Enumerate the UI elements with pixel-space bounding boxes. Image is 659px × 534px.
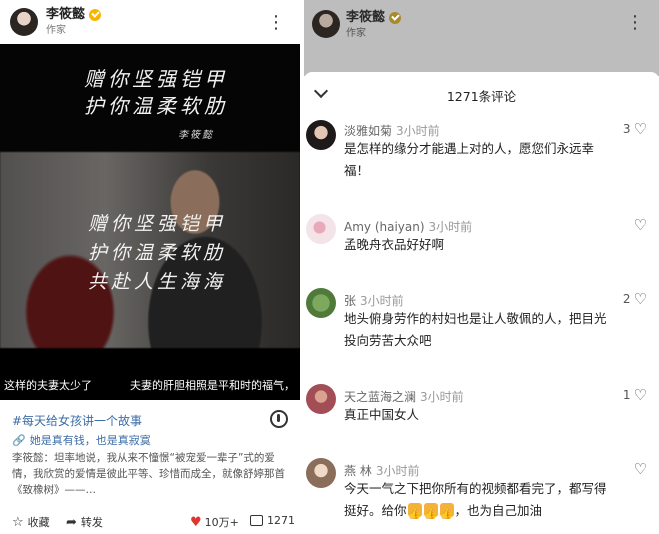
author-name-row[interactable]: 李筱懿: [46, 7, 102, 23]
commenter-name[interactable]: 天之蓝海之澜: [344, 390, 416, 404]
author-avatar: [312, 10, 340, 38]
thumbs-up-icon: 👍: [423, 503, 438, 520]
related-article-link[interactable]: 🔗 她是真有钱，也是真寂寞: [12, 432, 151, 448]
comment-icon: [250, 515, 263, 526]
comment-time: 3小时前: [428, 220, 473, 234]
comments-sheet: 1271条评论 淡雅如菊 3小时前 3 ♡ 是怎样的缘分才能遇上对的人，愿您们永远…: [304, 72, 659, 534]
comment-count: 1271: [267, 514, 295, 527]
comment-like-button[interactable]: 2 ♡: [623, 290, 647, 308]
heart-outline-icon: ♡: [633, 216, 647, 234]
comment-text: 地头俯身劳作的村妇也是让人敬佩的人，把目光投向劳苦大众吧: [344, 311, 607, 348]
video-top-line: 赠你坚强铠甲: [84, 67, 228, 91]
heart-outline-icon: ♡: [633, 460, 647, 478]
commenter-avatar[interactable]: [306, 120, 336, 150]
comment-time: 3小时前: [420, 390, 464, 404]
commenter-name[interactable]: 张: [344, 294, 356, 308]
like-count: 10万+: [204, 516, 239, 529]
comment-like-button[interactable]: 3 ♡: [623, 120, 647, 138]
comment-like-button[interactable]: ♡: [631, 216, 647, 234]
share-arrow-icon: ➦: [66, 514, 77, 530]
author-name[interactable]: 李筱懿: [46, 7, 85, 23]
comment-text: 今天一气之下把你所有的视频都看完了，都写得挺好。给你👍 👍 👍，也为自己加油: [344, 478, 614, 522]
comment-text-part: ，也为自己加油: [454, 503, 543, 518]
comment-text: 是怎样的缘分才能遇上对的人，愿您们永远幸福！: [344, 141, 595, 178]
star-icon: ☆: [12, 514, 24, 530]
video-top-line: 护你温柔软肋: [84, 94, 228, 118]
comment-like-button[interactable]: 1 ♡: [623, 386, 647, 404]
favorite-label: 收藏: [27, 516, 50, 529]
topic-hashtag-link[interactable]: #每天给女孩讲一个故事: [12, 412, 142, 429]
video-caption-left: 这样的夫妻太少了: [4, 379, 92, 392]
heart-outline-icon: ♡: [633, 120, 647, 138]
comment-time: 3小时前: [396, 124, 440, 138]
repost-label: 转发: [80, 516, 103, 529]
related-article-text: 她是真有钱，也是真寂寞: [29, 434, 151, 447]
like-button[interactable]: ♥ 10万+: [190, 514, 239, 530]
comment-text: 真正中国女人: [344, 407, 420, 422]
video-overlay-line: 共赴人生海海: [88, 271, 227, 293]
comment-like-button[interactable]: ♡: [631, 460, 647, 478]
link-icon: 🔗: [12, 433, 26, 447]
comment-like-count: 1: [622, 388, 631, 402]
video-player[interactable]: 赠你坚强铠甲 护你温柔软肋 李筱懿 赠你坚强铠甲 护你温柔软肋 共赴人生海海 这…: [0, 44, 300, 400]
thumbs-up-icon: 👍: [439, 503, 454, 520]
post-action-bar: ☆ 收藏 ➦ 转发 ♥ 10万+ 1271: [0, 510, 300, 534]
heart-outline-icon: ♡: [633, 290, 647, 308]
comments-panel: 李筱懿 作家 ⋮ 1271条评论 淡雅如菊 3小时前 3 ♡ 是怎样的缘分才能遇上…: [304, 0, 659, 534]
author-avatar[interactable]: [10, 8, 38, 36]
author-header: 李筱懿 作家 ⋮: [0, 0, 300, 44]
author-name: 李筱懿: [346, 10, 386, 25]
comments-sheet-header: 1271条评论: [304, 72, 659, 112]
comment-like-count: 2: [622, 292, 631, 306]
comments-count-title: 1271条评论: [446, 89, 517, 104]
commenter-name[interactable]: 燕 林: [344, 464, 372, 478]
video-signature: 李筱懿: [178, 130, 214, 141]
music-note-icon[interactable]: [270, 410, 288, 428]
thumbs-up-icon: 👍: [407, 503, 422, 520]
commenter-avatar[interactable]: [306, 384, 336, 414]
video-post-panel: 李筱懿 作家 ⋮ 赠你坚强铠甲 护你温柔软肋 李筱懿 赠你坚强铠甲 护你温柔软肋…: [0, 0, 300, 534]
heart-outline-icon: ♡: [633, 386, 647, 404]
comment-like-count: 3: [622, 122, 631, 136]
commenter-avatar[interactable]: [306, 214, 336, 244]
comment-time: 3小时前: [360, 294, 404, 308]
author-header-dimmed: 李筱懿 作家 ⋮: [304, 0, 659, 56]
verified-badge-icon: [89, 9, 102, 21]
verified-badge-icon: [389, 11, 402, 24]
author-role: 作家: [46, 24, 66, 36]
comment-time: 3小时前: [375, 464, 420, 478]
comment-button[interactable]: 1271: [250, 514, 295, 527]
more-options-icon: ⋮: [626, 12, 645, 33]
commenter-name[interactable]: 淡雅如菊: [344, 124, 392, 138]
comment-text: 孟晚舟衣品好好啊: [344, 237, 445, 252]
video-overlay-line: 护你温柔软肋: [88, 242, 227, 264]
author-role: 作家: [346, 27, 366, 39]
commenter-name[interactable]: Amy (haiyan): [344, 220, 425, 234]
favorite-button[interactable]: ☆ 收藏: [12, 514, 50, 530]
more-options-icon[interactable]: ⋮: [267, 12, 286, 33]
post-description: 李筱懿：坦率地说，我从来不憧憬“被宠爱一辈子”式的爱情，我欣赏的爱情是彼此平等、…: [12, 452, 285, 496]
video-overlay-line: 赠你坚强铠甲: [88, 213, 227, 235]
video-caption-right: 夫妻的肝胆相照是平和时的福气，: [130, 379, 295, 392]
repost-button[interactable]: ➦ 转发: [66, 514, 103, 530]
commenter-avatar[interactable]: [306, 458, 336, 488]
heart-icon: ♥: [190, 514, 202, 530]
commenter-avatar[interactable]: [306, 288, 336, 318]
